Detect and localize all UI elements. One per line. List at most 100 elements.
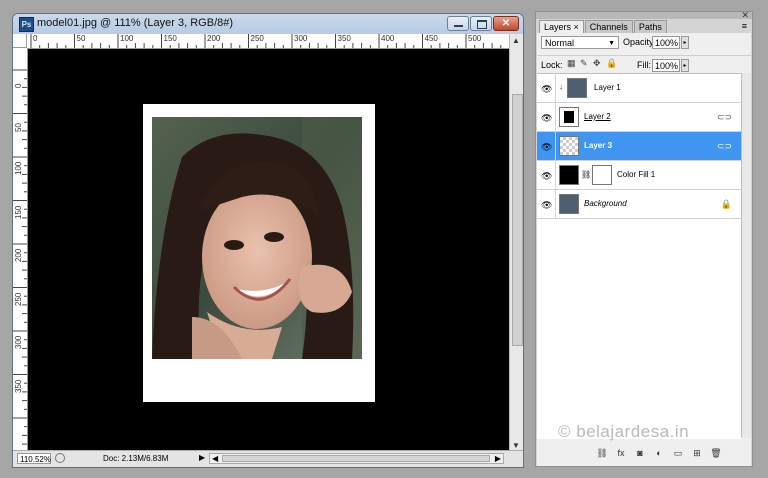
maximize-icon: [477, 20, 487, 29]
window-controls: ✕: [447, 16, 519, 31]
ruler-label: 100: [14, 161, 23, 175]
layer-name[interactable]: Layer 1: [594, 83, 621, 92]
lock-row: Lock: ▦ ✎ ✥ 🔒 Fill: 100% ▸: [537, 55, 751, 73]
tab-layers[interactable]: Layers ×: [539, 20, 584, 34]
layers-panel: ✕ Layers × Channels Paths ≡ Normal ▼ Opa…: [535, 10, 753, 467]
eye-icon: 👁: [541, 200, 553, 210]
ruler-label: 400: [381, 34, 395, 43]
document-titlebar[interactable]: Ps model01.jpg @ 111% (Layer 3, RGB/8#) …: [13, 14, 523, 35]
navigator-icon[interactable]: [55, 453, 65, 463]
ruler-label: 350: [14, 379, 23, 393]
document-title: model01.jpg @ 111% (Layer 3, RGB/8#): [37, 17, 234, 29]
visibility-toggle[interactable]: 👁: [537, 74, 556, 102]
ruler-label: 100: [120, 34, 134, 43]
photoshop-icon: Ps: [19, 17, 34, 32]
ruler-label: 450: [424, 34, 438, 43]
thumbnail-content: [564, 111, 574, 123]
layer-row-layer-1[interactable]: 👁 ↓ Layer 1: [537, 74, 742, 103]
horizontal-scroll-thumb[interactable]: [222, 455, 490, 462]
lock-move-icon[interactable]: ✥: [593, 59, 602, 68]
ruler-label: 300: [14, 335, 23, 349]
lock-all-icon[interactable]: 🔒: [606, 59, 617, 68]
maximize-button[interactable]: [470, 16, 492, 31]
vertical-scrollbar[interactable]: ▲ ▼: [509, 34, 523, 452]
layer-name[interactable]: Background: [584, 199, 627, 208]
layer-name[interactable]: Color Fill 1: [617, 170, 655, 179]
scroll-up-arrow-icon[interactable]: ▲: [512, 36, 520, 45]
ruler-label: 250: [250, 34, 264, 43]
panel-grip[interactable]: ✕: [536, 10, 752, 21]
fill-thumbnail: [559, 165, 579, 185]
adjustment-icon[interactable]: ◐: [652, 447, 666, 460]
new-layer-icon[interactable]: ⊞: [690, 447, 704, 460]
layer-row-layer-3[interactable]: 👁 Layer 3 ⊂⊃: [537, 132, 742, 161]
tab-channels[interactable]: Channels: [584, 20, 633, 34]
fill-field[interactable]: 100%: [652, 59, 680, 72]
layer-thumbnail: [559, 136, 579, 156]
watermark-text: © belajardesa.in: [558, 422, 690, 441]
visibility-toggle[interactable]: 👁: [537, 161, 556, 189]
ruler-label: 50: [14, 122, 23, 132]
status-menu-arrow-icon[interactable]: ▶: [199, 453, 205, 462]
lock-brush-icon[interactable]: ✎: [580, 59, 589, 68]
visibility-toggle[interactable]: 👁: [537, 190, 556, 218]
scroll-left-arrow-icon[interactable]: ◀: [212, 454, 218, 463]
layers-scrollbar[interactable]: [741, 73, 751, 438]
layer-thumbnail: [559, 107, 579, 127]
layer-name[interactable]: Layer 3: [584, 141, 612, 150]
panel-close-icon[interactable]: ✕: [741, 10, 749, 21]
vertical-scroll-thumb[interactable]: [512, 94, 523, 346]
group-icon[interactable]: ▭: [671, 447, 685, 460]
ruler-vertical[interactable]: 0 50 100 150 200 250 300 350: [13, 48, 28, 452]
portrait-image: [152, 117, 362, 359]
ruler-label: 500: [468, 34, 482, 43]
visibility-toggle[interactable]: 👁: [537, 103, 556, 131]
eye-icon: 👁: [541, 84, 553, 94]
layer-thumbnail: [559, 194, 579, 214]
horizontal-scrollbar[interactable]: ◀ ▶: [209, 453, 504, 464]
ruler-horizontal[interactable]: 050100150200250300350400450500550: [27, 34, 511, 49]
eye-icon: 👁: [541, 113, 553, 123]
document-size-info[interactable]: Doc: 2.13M/6.83M: [103, 454, 168, 463]
polaroid-frame: [143, 104, 375, 402]
padlock-icon: 🔒: [720, 199, 732, 209]
panel-tabs: Layers × Channels Paths: [539, 20, 668, 34]
blend-mode-value: Normal: [545, 38, 575, 48]
minimize-button[interactable]: [447, 16, 469, 31]
close-icon: ✕: [501, 18, 511, 29]
scroll-down-arrow-icon[interactable]: ▼: [512, 441, 520, 450]
lock-transparent-icon[interactable]: ▦: [567, 59, 576, 68]
fill-slider-arrow-icon[interactable]: ▸: [681, 59, 689, 72]
fx-icon[interactable]: fx: [614, 447, 628, 460]
eye-icon: 👁: [541, 171, 553, 181]
scroll-right-arrow-icon[interactable]: ▶: [495, 454, 501, 463]
ruler-label: 350: [337, 34, 351, 43]
ruler-corner[interactable]: [13, 34, 27, 48]
layer-row-layer-2[interactable]: 👁 Layer 2 ⊂⊃: [537, 103, 742, 132]
opacity-slider-arrow-icon[interactable]: ▸: [681, 36, 689, 49]
clipping-arrow-icon: ↓: [559, 82, 563, 91]
tab-paths[interactable]: Paths: [633, 20, 667, 34]
ruler-label: 150: [14, 205, 23, 219]
link-icon[interactable]: ⛓: [595, 447, 609, 460]
blend-mode-select[interactable]: Normal ▼: [541, 36, 619, 49]
ruler-label: 0: [14, 83, 23, 88]
opacity-field[interactable]: 100%: [652, 36, 680, 49]
lock-label: Lock:: [541, 60, 563, 70]
chain-link-icon[interactable]: ⛓: [581, 170, 591, 179]
panel-menu-icon[interactable]: ≡: [742, 21, 747, 31]
minimize-icon: [454, 25, 463, 27]
trash-icon[interactable]: 🗑: [709, 447, 723, 460]
layer-row-color-fill-1[interactable]: 👁 ⛓ Color Fill 1: [537, 161, 742, 190]
layer-row-background[interactable]: 👁 Background 🔒: [537, 190, 742, 219]
mask-icon[interactable]: ◙: [633, 447, 647, 460]
visibility-toggle[interactable]: 👁: [537, 132, 556, 160]
document-canvas[interactable]: [28, 49, 511, 452]
portrait-photo: [152, 117, 362, 359]
layer-name[interactable]: Layer 2: [584, 112, 611, 121]
zoom-field[interactable]: 110.52%: [17, 453, 51, 464]
layer-list: 👁 ↓ Layer 1 👁 Layer 2 ⊂⊃ 👁 Layer 3 ⊂⊃ 👁 …: [537, 73, 742, 441]
ruler-label: 250: [14, 292, 23, 306]
close-button[interactable]: ✕: [493, 16, 519, 31]
ruler-label: 200: [14, 248, 23, 262]
